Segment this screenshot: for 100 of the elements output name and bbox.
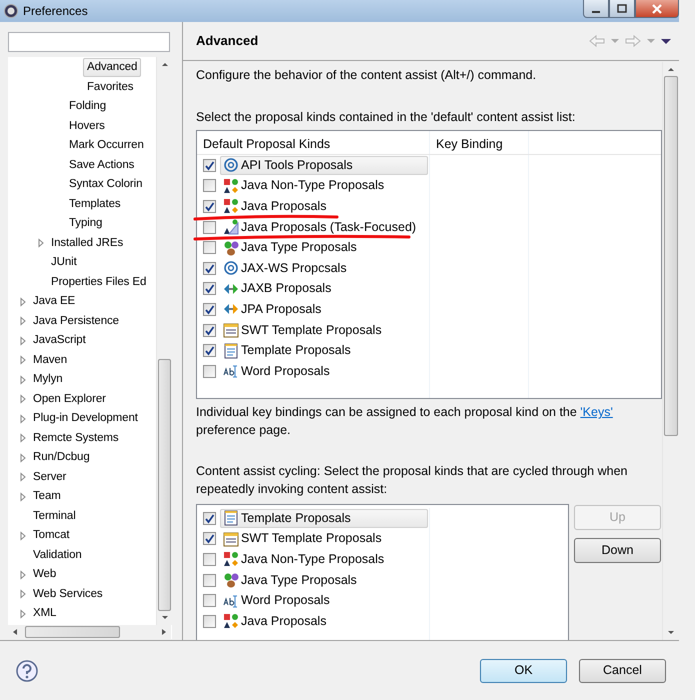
tree-item[interactable]: JavaScript — [29, 331, 90, 350]
tree-item[interactable]: Mylyn — [29, 370, 67, 390]
checkbox[interactable] — [203, 594, 216, 608]
tree-item[interactable]: Remcte Systems — [29, 428, 123, 448]
help-icon[interactable] — [16, 660, 38, 682]
checkbox[interactable] — [203, 241, 216, 254]
expand-arrow-icon[interactable] — [18, 355, 27, 366]
list-item[interactable]: Java Type Proposals — [220, 238, 360, 258]
expand-arrow-icon[interactable] — [18, 336, 27, 346]
scrollbar[interactable] — [8, 625, 171, 639]
scroll-thumb[interactable] — [158, 359, 171, 611]
list-item[interactable]: Java Proposals — [220, 612, 330, 631]
expand-arrow-icon[interactable] — [18, 570, 27, 580]
expand-arrow-icon[interactable] — [18, 433, 27, 444]
forward-icon[interactable] — [625, 34, 641, 48]
tree-item[interactable]: Mark Occurren — [65, 136, 148, 156]
tree-item[interactable]: Installed JREs — [47, 234, 128, 253]
tree-item[interactable]: Plug-in Development — [29, 409, 142, 428]
tree-item[interactable]: Save Actions — [65, 156, 138, 175]
tree-item[interactable]: Favorites — [83, 78, 138, 97]
tree-item[interactable]: Properties Files Ed — [47, 272, 150, 292]
checkbox[interactable] — [203, 552, 216, 566]
list-item[interactable]: JPA Proposals — [220, 300, 324, 319]
tree-item[interactable]: Hovers — [65, 116, 109, 136]
tree-item[interactable]: Tomcat — [29, 526, 74, 546]
checkbox[interactable] — [203, 179, 216, 192]
scrollbar[interactable] — [662, 62, 679, 640]
tree-item[interactable]: Java Persistence — [29, 312, 123, 331]
list-item[interactable]: SWT Template Proposals — [220, 529, 385, 548]
checkbox[interactable] — [203, 574, 216, 587]
expand-arrow-icon[interactable] — [18, 608, 27, 619]
tree-item[interactable]: Templates — [65, 194, 125, 214]
tree-item[interactable]: Run/Dcbug — [29, 448, 94, 468]
expand-arrow-icon[interactable] — [18, 472, 27, 482]
tree-item[interactable]: Advanced — [83, 58, 142, 78]
dropdown-icon[interactable] — [611, 38, 619, 44]
maximize-button[interactable] — [609, 0, 635, 18]
column-header[interactable]: Default Proposal Kinds — [197, 131, 430, 154]
tree-item[interactable]: JUnit — [47, 253, 81, 272]
checkbox[interactable] — [203, 324, 216, 337]
tree-item[interactable]: Folding — [65, 97, 110, 116]
keys-link[interactable]: 'Keys' — [580, 405, 613, 419]
expand-arrow-icon[interactable] — [18, 414, 27, 424]
tree-item[interactable]: Java EE — [29, 292, 80, 312]
list-item[interactable]: Java Non-Type Proposals — [220, 550, 388, 569]
expand-arrow-icon[interactable] — [18, 492, 27, 502]
list-item[interactable]: Java Proposals (Task-Focused) — [220, 218, 420, 237]
expand-arrow-icon[interactable] — [18, 394, 27, 404]
cancel-button[interactable]: Cancel — [579, 658, 666, 682]
scroll-thumb[interactable] — [25, 626, 120, 638]
list-item[interactable]: Word Proposals — [220, 591, 333, 610]
checkbox[interactable] — [203, 302, 216, 316]
checkbox[interactable] — [203, 200, 216, 213]
expand-arrow-icon[interactable] — [18, 530, 27, 541]
tree-item[interactable]: Open Explorer — [29, 390, 110, 409]
checkbox[interactable] — [203, 158, 216, 172]
expand-arrow-icon[interactable] — [36, 238, 45, 248]
column-header[interactable]: Key Binding — [430, 131, 529, 154]
tree-item[interactable]: XML — [29, 604, 60, 624]
list-item[interactable]: Template Proposals — [220, 341, 354, 360]
tree-item[interactable]: Syntax Colorin — [65, 175, 146, 194]
expand-arrow-icon[interactable] — [18, 316, 27, 326]
filter-field[interactable] — [8, 32, 170, 52]
close-button[interactable] — [635, 0, 679, 18]
list-item[interactable]: Java Type Proposals — [220, 570, 360, 590]
list-item[interactable]: API Tools Proposals — [220, 156, 428, 175]
tree-item[interactable]: Web — [29, 565, 60, 584]
tree-item[interactable]: Team — [29, 487, 65, 506]
checkbox[interactable] — [203, 262, 216, 275]
tree-item[interactable]: Terminal — [29, 506, 80, 526]
checkbox[interactable] — [203, 512, 216, 525]
tree-item[interactable]: Server — [29, 468, 70, 487]
tree-item[interactable]: Web Services — [29, 584, 107, 604]
list-item[interactable]: Java Non-Type Proposals — [220, 176, 388, 196]
back-icon[interactable] — [589, 34, 605, 48]
checkbox[interactable] — [203, 614, 216, 628]
ok-button[interactable]: OK — [480, 658, 567, 682]
list-item[interactable]: JAX-WS Propcsals — [220, 258, 350, 278]
tree-item[interactable]: Validation — [29, 546, 86, 565]
checkbox[interactable] — [203, 282, 216, 296]
tree-item[interactable]: Typing — [65, 214, 106, 234]
checkbox[interactable] — [203, 344, 216, 358]
checkbox[interactable] — [203, 364, 216, 378]
expand-arrow-icon[interactable] — [18, 374, 27, 385]
list-item[interactable]: Word Proposals — [220, 362, 333, 381]
expand-arrow-icon[interactable] — [18, 296, 27, 307]
list-item[interactable]: Java Proposals — [220, 196, 330, 216]
expand-arrow-icon[interactable] — [18, 589, 27, 600]
list-item[interactable]: SWT Template Proposals — [220, 320, 385, 340]
list-item[interactable]: JAXB Proposals — [220, 279, 334, 298]
tree-item[interactable]: Maven — [29, 350, 72, 370]
list-item[interactable]: Template Proposals — [220, 508, 428, 528]
menu-icon[interactable] — [661, 38, 671, 44]
scroll-thumb[interactable] — [664, 76, 678, 436]
expand-arrow-icon[interactable] — [18, 452, 27, 463]
checkbox[interactable] — [203, 532, 216, 546]
dropdown-icon[interactable] — [647, 38, 655, 44]
checkbox[interactable] — [203, 220, 216, 234]
down-button[interactable]: Down — [574, 538, 661, 563]
minimize-button[interactable] — [583, 0, 609, 18]
